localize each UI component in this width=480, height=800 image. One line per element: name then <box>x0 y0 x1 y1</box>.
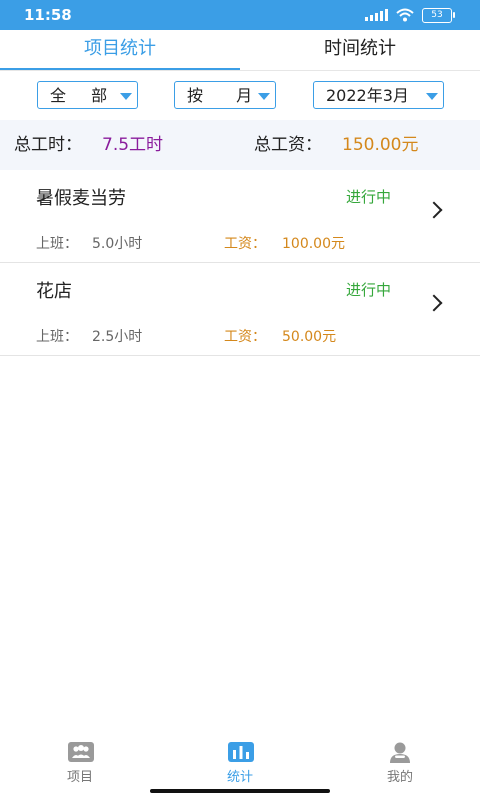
work-hours-value: 5.0小时 <box>92 236 143 252</box>
tab-bar: 项目统计 时间统计 <box>0 30 480 71</box>
total-wage-value: 150.00元 <box>342 135 419 155</box>
project-name: 暑假麦当劳 <box>36 188 126 209</box>
status-badge: 进行中 <box>346 281 392 299</box>
nav-item-projects[interactable]: 项目 <box>40 736 120 785</box>
total-hours-value: 7.5工时 <box>102 135 164 155</box>
period-select-value: 按 月 <box>187 86 267 105</box>
status-icons: 53 <box>365 7 455 23</box>
nav-label: 我的 <box>386 770 413 785</box>
tab-time-stats[interactable]: 时间统计 <box>240 30 480 70</box>
status-time: 11:58 <box>24 6 72 24</box>
signal-icon <box>365 9 388 21</box>
battery-icon: 53 <box>422 7 455 23</box>
chevron-down-icon <box>258 93 270 100</box>
work-hours-label: 上班： <box>36 236 78 252</box>
chevron-down-icon <box>426 93 438 100</box>
project-name: 花店 <box>36 281 72 302</box>
chevron-right-icon[interactable] <box>425 294 443 312</box>
status-bar: 11:58 53 <box>0 0 480 30</box>
wage-value: 100.00元 <box>282 236 345 252</box>
scope-select-value: 全 部 <box>50 86 118 105</box>
nav-label: 统计 <box>226 770 253 785</box>
group-icon <box>68 742 94 762</box>
total-wage-label: 总工资： <box>254 135 322 155</box>
bar-chart-icon <box>228 742 254 762</box>
filter-bar: 全 部 按 月 2022年3月 <box>0 72 480 118</box>
wage-label: 工资： <box>224 236 266 252</box>
user-icon <box>388 742 412 763</box>
home-indicator[interactable] <box>150 789 330 793</box>
project-card[interactable]: 暑假麦当劳 进行中 上班： 5.0小时 工资： 100.00元 <box>0 170 480 263</box>
wifi-icon <box>396 8 414 22</box>
project-card[interactable]: 花店 进行中 上班： 2.5小时 工资： 50.00元 <box>0 263 480 356</box>
month-select[interactable]: 2022年3月 <box>313 81 444 109</box>
nav-label: 项目 <box>66 770 93 785</box>
period-select[interactable]: 按 月 <box>174 81 276 109</box>
wage-value: 50.00元 <box>282 329 337 345</box>
chevron-right-icon[interactable] <box>425 201 443 219</box>
wage-label: 工资： <box>224 329 266 345</box>
nav-item-stats[interactable]: 统计 <box>200 736 280 785</box>
chevron-down-icon <box>120 93 132 100</box>
status-badge: 进行中 <box>346 188 392 206</box>
scope-select[interactable]: 全 部 <box>37 81 138 109</box>
tab-project-stats[interactable]: 项目统计 <box>0 30 240 70</box>
work-hours-value: 2.5小时 <box>92 329 143 345</box>
work-hours-label: 上班： <box>36 329 78 345</box>
nav-item-profile[interactable]: 我的 <box>360 736 440 785</box>
summary-bar: 总工时： 7.5工时 总工资： 150.00元 <box>0 120 480 170</box>
month-select-value: 2022年3月 <box>326 86 409 105</box>
total-hours-label: 总工时： <box>14 135 82 155</box>
